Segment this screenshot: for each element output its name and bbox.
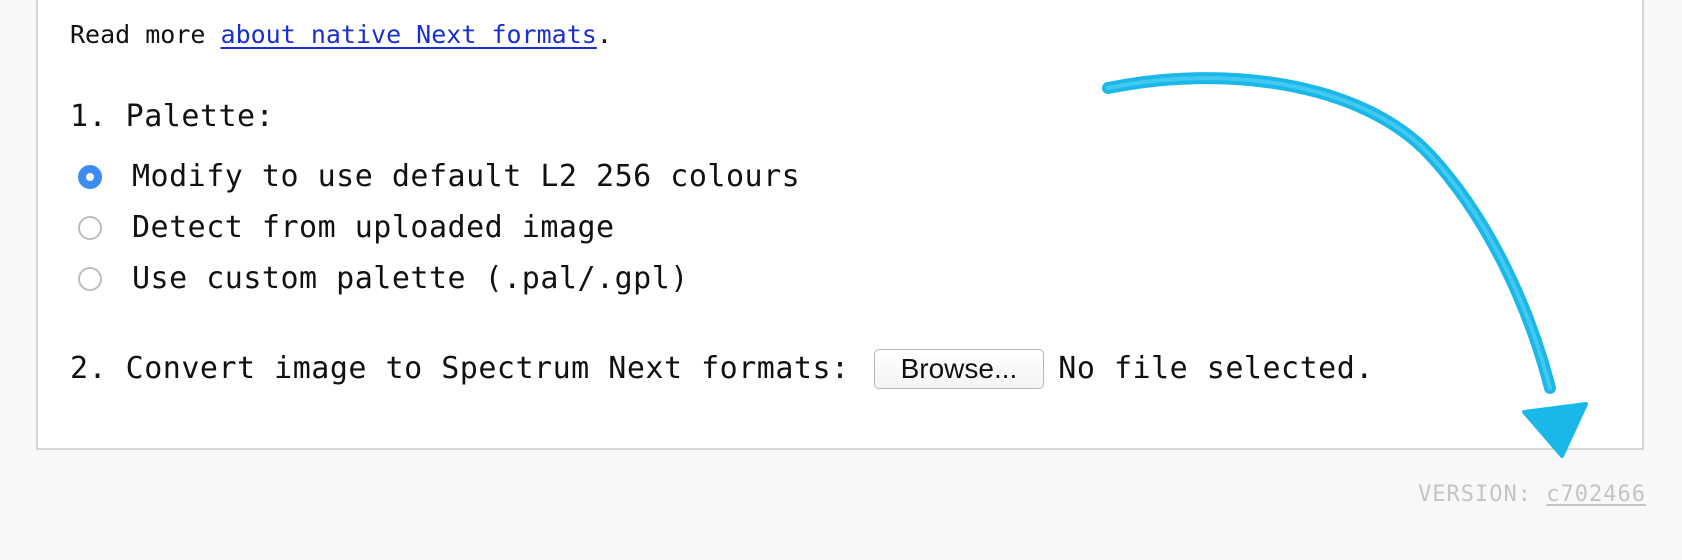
palette-option-label: Use custom palette (.pal/.gpl)	[132, 261, 689, 296]
read-more-suffix: .	[596, 20, 612, 49]
browse-button[interactable]: Browse...	[873, 349, 1045, 389]
curved-arrow-icon	[1102, 72, 1588, 458]
radio-button[interactable]	[78, 216, 102, 240]
palette-option-label: Modify to use default L2 256 colours	[132, 159, 801, 194]
palette-option-default[interactable]: Modify to use default L2 256 colours	[78, 157, 800, 197]
read-more-line: Read more about native Next formats.	[70, 18, 612, 52]
native-formats-link[interactable]: about native Next formats	[221, 20, 597, 49]
palette-option-custom[interactable]: Use custom palette (.pal/.gpl)	[78, 259, 689, 299]
version-footer: VERSION: c702466	[1418, 482, 1646, 507]
version-hash-link[interactable]: c702466	[1546, 482, 1646, 507]
read-more-prefix: Read more	[70, 20, 221, 49]
palette-option-detect[interactable]: Detect from uploaded image	[78, 208, 615, 248]
radio-button-checked[interactable]	[78, 165, 102, 189]
palette-heading: 1. Palette:	[70, 99, 275, 134]
palette-option-label: Detect from uploaded image	[132, 210, 615, 245]
convert-heading: 2. Convert image to Spectrum Next format…	[70, 351, 850, 386]
radio-button[interactable]	[78, 267, 102, 291]
version-label: VERSION:	[1418, 482, 1547, 507]
